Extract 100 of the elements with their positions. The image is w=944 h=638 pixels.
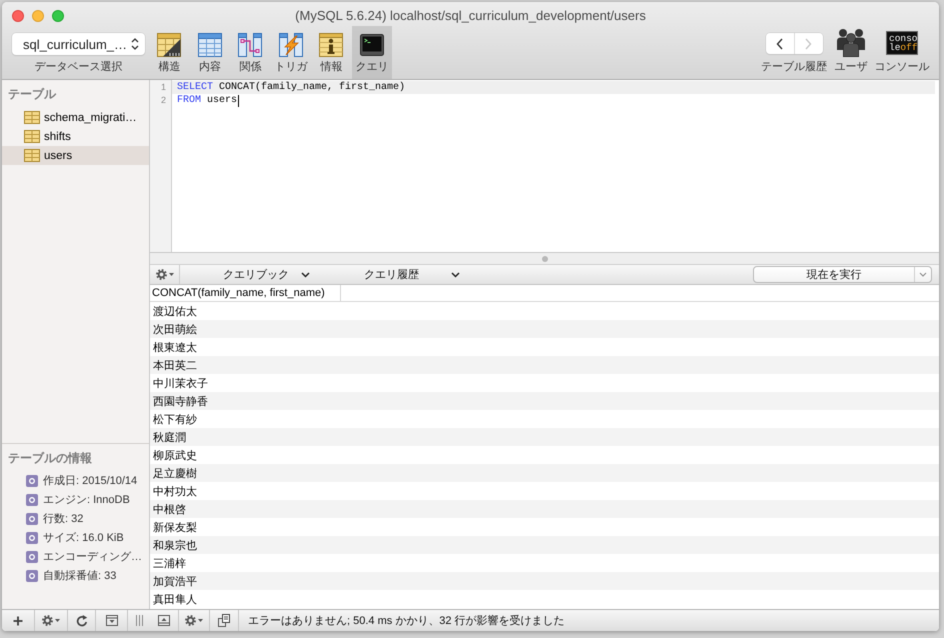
caret-icon <box>168 273 174 276</box>
table-list-item[interactable]: shifts <box>2 127 149 146</box>
grip-icon <box>136 615 142 626</box>
line-number: 2 <box>160 94 166 107</box>
table-row[interactable]: 中根啓 <box>150 500 939 518</box>
table-cell-text: 足立慶樹 <box>152 466 198 480</box>
section-heading: テーブルの情報 <box>8 451 92 465</box>
table-row[interactable]: 本田英二 <box>150 356 939 374</box>
query-history-dropdown[interactable]: クエリ履歴 <box>340 265 465 284</box>
info-table-icon <box>319 33 344 57</box>
chevron-down-icon <box>301 272 310 278</box>
table-cell-text: 中根啓 <box>152 502 187 516</box>
table-row[interactable]: 渡辺佑太 <box>150 302 939 320</box>
up-down-chevron-icon <box>131 37 139 51</box>
section-heading: テーブル <box>8 87 56 101</box>
table-cell-text: 渡辺佑太 <box>152 304 198 318</box>
caret-icon <box>55 619 60 622</box>
bullet-icon <box>26 550 38 562</box>
table-info-text: エンコーディング… <box>43 550 142 564</box>
gear-icon <box>42 615 53 626</box>
code-text: SELECT CONCAT(family_name, first_name) <box>177 81 406 94</box>
table-info-text: 自動採番値: 33 <box>43 568 116 583</box>
table-cell-text: 和泉宗也 <box>152 538 198 552</box>
box-arrow-up-icon <box>158 615 170 626</box>
table-icon <box>24 149 40 162</box>
database-select[interactable]: sql_curriculum_… <box>12 33 145 55</box>
plus-icon <box>13 616 23 626</box>
table-row[interactable]: 次田萌絵 <box>150 320 939 338</box>
table-cell-text: 根東遼太 <box>152 340 198 354</box>
people-silhouette-icon <box>837 28 865 57</box>
history-label: テーブル履歴 <box>761 61 827 74</box>
chevron-right-icon <box>805 38 812 50</box>
chevron-down-icon <box>919 272 927 277</box>
bullet-icon <box>26 474 38 486</box>
query-favorites-dropdown[interactable]: クエリブック <box>190 265 315 284</box>
table-row[interactable]: 秋庭潤 <box>150 428 939 446</box>
structure-tab[interactable]: 構造 <box>149 26 190 79</box>
table-row[interactable]: 新保友梨 <box>150 518 939 536</box>
column-header[interactable]: CONCAT(family_name, first_name) <box>150 285 341 301</box>
info-tab[interactable]: 情報 <box>311 26 352 79</box>
status-message: エラーはありません; 50.4 ms かかり、32 行が影響を受けました <box>247 614 565 628</box>
code-text: FROM users <box>177 94 238 107</box>
bullet-icon <box>26 532 38 544</box>
table-row[interactable]: 柳原武史 <box>150 446 939 464</box>
table-cell-text: 本田英二 <box>152 358 198 372</box>
box-arrow-down-icon <box>106 615 118 626</box>
refresh-icon <box>76 614 88 626</box>
bullet-icon <box>26 570 38 582</box>
table-cell-text: 三浦梓 <box>152 556 187 570</box>
documents-icon <box>218 614 230 627</box>
content-tab[interactable]: 内容 <box>190 26 230 79</box>
table-cell-text: 加賀浩平 <box>152 574 198 588</box>
table-cell-text: 松下有紗 <box>152 412 198 426</box>
chevron-left-icon <box>776 38 783 50</box>
database-select-label: データベース選択 <box>34 61 122 74</box>
triggers-tab[interactable]: トリガ <box>270 26 311 79</box>
bullet-icon <box>26 512 38 524</box>
caret-icon <box>198 619 203 622</box>
table-cell-text: 西園寺静香 <box>152 394 209 408</box>
table-row[interactable]: 根東遼太 <box>150 338 939 356</box>
run-button[interactable]: 現在を実行 <box>753 266 932 283</box>
table-cell-text: 真田隼人 <box>152 592 198 606</box>
splitter-handle[interactable] <box>542 256 548 262</box>
table-cell-text: 柳原武史 <box>152 448 198 462</box>
gear-icon <box>185 615 196 626</box>
console-icon: conso leoff <box>886 31 918 55</box>
table-cell-text: 新保友梨 <box>152 520 198 534</box>
table-list-item[interactable]: users <box>2 146 149 165</box>
table-row[interactable]: 西園寺静香 <box>150 392 939 410</box>
query-editor[interactable]: 1 2 SELECT CONCAT(family_name, first_name) FROM users <box>150 80 939 252</box>
table-row[interactable]: 加賀浩平 <box>150 572 939 590</box>
table-row[interactable]: 松下有紗 <box>150 410 939 428</box>
table-info-text: エンジン: InnoDB <box>43 493 130 507</box>
table-list-item[interactable]: schema_migrati… <box>2 108 149 127</box>
terminal-icon <box>360 33 384 57</box>
table-cell-text: 中村功太 <box>152 484 198 498</box>
lightning-columns-icon <box>278 33 303 57</box>
table-icon <box>24 111 40 124</box>
table-row[interactable]: 足立慶樹 <box>150 464 939 482</box>
window-title: (MySQL 5.6.24) localhost/sql_curriculum_development/users <box>295 8 646 24</box>
table-row[interactable]: 和泉宗也 <box>150 536 939 554</box>
table-row[interactable]: 真田隼人 <box>150 590 939 608</box>
table-icon <box>24 130 40 143</box>
table-cell-text: 次田萌絵 <box>152 322 198 336</box>
grid-table-icon <box>198 33 222 57</box>
console-button[interactable]: conso leoff コンソール <box>873 24 931 74</box>
relations-tab[interactable]: 関係 <box>230 26 270 79</box>
users-button[interactable]: ユーザ <box>831 24 871 74</box>
query-tab[interactable]: クエリ <box>352 26 392 79</box>
back-button[interactable] <box>766 33 794 54</box>
table-cell-text: 秋庭潤 <box>152 430 187 444</box>
table-row[interactable]: 三浦梓 <box>150 554 939 572</box>
table-ruler-icon <box>157 33 182 57</box>
bullet-icon <box>26 494 38 506</box>
zoom-button[interactable] <box>52 10 64 22</box>
table-info-text: サイズ: 16.0 KiB <box>43 531 124 545</box>
chevron-down-icon <box>451 272 460 278</box>
table-cell-text: 中川茉衣子 <box>152 376 209 390</box>
close-button[interactable] <box>12 10 24 22</box>
table-info-text: 行数: 32 <box>43 512 84 526</box>
